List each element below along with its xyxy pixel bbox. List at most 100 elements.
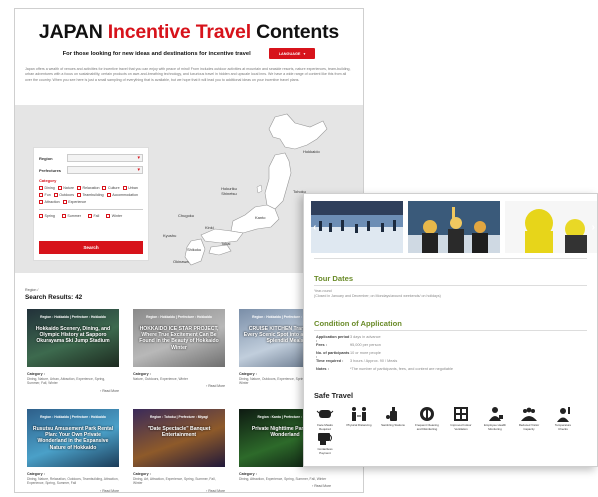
result-card-title[interactable]: HOKKAIDO ICE STAR PROJECT, Where True Ex…: [136, 326, 222, 351]
season-checkbox[interactable]: Spring: [39, 214, 55, 218]
category-checkbox[interactable]: Fun: [39, 193, 51, 197]
divider: [314, 285, 587, 286]
category-checkbox[interactable]: Accommodation: [106, 193, 138, 197]
map-label-shikoku[interactable]: Shikoku: [187, 247, 201, 252]
safe-travel-caption: Frequent Cleaning and Disinfecting: [415, 423, 439, 431]
safe-travel-item: Temperature Checks: [550, 405, 576, 431]
category-checkbox[interactable]: Culture: [102, 186, 120, 190]
condition-key: Application period :: [316, 335, 350, 343]
checkbox-box[interactable]: [61, 214, 66, 218]
read-more-link[interactable]: › Read More: [239, 484, 331, 488]
checkbox-box[interactable]: [53, 193, 58, 197]
condition-key: No. of participants :: [316, 351, 350, 359]
category-checkbox-label: Urban: [128, 186, 138, 190]
checkbox-box[interactable]: [62, 200, 67, 204]
result-card[interactable]: Region : Hokkaido | Prefecture : Hokkaid…: [27, 309, 119, 393]
condition-row: No. of participants :10 or more people: [316, 351, 381, 359]
result-card-image[interactable]: Region : Tohoku | Prefecture : Miyagi "Da…: [133, 409, 225, 467]
divider: [39, 209, 143, 210]
carousel-photo-yellow[interactable]: ›: [505, 201, 597, 253]
read-more-label: Read More: [102, 388, 119, 393]
result-card-title[interactable]: Rusutsu Amusement Park Rental Plan: Your…: [30, 426, 116, 451]
result-card-title[interactable]: Hokkaido Scenery, Dining, and Olympic Hi…: [30, 326, 116, 345]
category-checkbox[interactable]: Outdoors: [53, 193, 74, 197]
checkbox-box[interactable]: [122, 186, 127, 190]
category-checkbox-label: Attraction: [44, 200, 60, 204]
read-more-link[interactable]: › Read More: [27, 389, 119, 393]
map-region-tohoku[interactable]: [264, 152, 292, 210]
result-card-category-label: Category :: [27, 372, 45, 376]
language-button[interactable]: LANGUAGE ▾: [268, 48, 316, 59]
prefecture-row: Prefectures ▾: [39, 166, 143, 174]
checkbox-box[interactable]: [77, 186, 81, 190]
map-region-shikoku[interactable]: [208, 244, 232, 256]
map-label-hokuriku-shinetsu[interactable]: Hokuriku Shinetsu: [216, 186, 242, 196]
category-checkbox[interactable]: Teambuilding: [77, 193, 104, 197]
category-checkbox[interactable]: Urban: [122, 186, 138, 190]
category-checkbox-label: Experience: [68, 200, 87, 204]
checkbox-box[interactable]: [39, 193, 43, 197]
map-label-kinki[interactable]: Kinki: [205, 225, 214, 230]
season-checkbox[interactable]: Summer: [61, 214, 81, 218]
category-checkbox[interactable]: Attraction: [39, 200, 60, 204]
result-card-title[interactable]: "Date Spectacle" Banquet Entertainment: [136, 426, 222, 438]
result-card-tags: Region : Hokkaido | Prefecture : Hokkaid…: [146, 315, 212, 319]
category-checkbox[interactable]: Relaxation: [77, 186, 99, 190]
result-card-image[interactable]: Region : Hokkaido | Prefecture : Hokkaid…: [27, 309, 119, 367]
category-checkbox[interactable]: Dining: [39, 186, 55, 190]
result-card[interactable]: Region : Hokkaido | Prefecture : Hokkaid…: [133, 309, 225, 388]
category-checkbox[interactable]: Experience: [62, 200, 87, 204]
checkbox-box[interactable]: [57, 186, 62, 190]
safe-travel-item: Employee Health Monitoring: [482, 405, 508, 431]
carousel-photo-rink[interactable]: ‹: [311, 201, 403, 253]
condition-key: Time required :: [316, 359, 344, 363]
read-more-link[interactable]: › Read More: [133, 384, 225, 388]
map-label-kyushu[interactable]: Kyushu: [163, 233, 176, 238]
carousel-photo-cheering[interactable]: [408, 201, 500, 253]
result-card[interactable]: Region : Hokkaido | Prefecture : Hokkaid…: [27, 409, 119, 492]
map-label-chugoku[interactable]: Chugoku: [178, 213, 194, 218]
condition-value: *The number of participants, fees, and c…: [350, 367, 454, 371]
physical-distancing-icon: [352, 407, 366, 421]
checkbox-box[interactable]: [39, 186, 43, 190]
region-select[interactable]: ▾: [67, 154, 143, 162]
map-label-kanto[interactable]: Kanto: [255, 215, 265, 220]
result-card[interactable]: Region : Tohoku | Prefecture : Miyagi "Da…: [133, 409, 225, 493]
language-button-label: LANGUAGE: [278, 51, 301, 56]
result-card-categories: Dining, Art, Attraction, Experience, Spr…: [133, 477, 216, 486]
result-card-image[interactable]: Region : Hokkaido | Prefecture : Hokkaid…: [133, 309, 225, 367]
title-prefix: JAPAN: [38, 21, 103, 43]
read-more-link[interactable]: › Read More: [133, 488, 225, 493]
search-button[interactable]: Search: [39, 241, 143, 254]
result-card-tags: Region : Hokkaido | Prefecture : Hokkaid…: [40, 315, 106, 319]
subtitle-row: For those looking for new ideas and dest…: [15, 48, 363, 59]
map-region-hokkaido[interactable]: [268, 113, 328, 150]
frequent-cleaning-icon: [420, 407, 434, 421]
map-label-okinawa[interactable]: Okinawa: [173, 259, 189, 264]
condition-key: Fees :: [316, 343, 327, 347]
chevron-down-icon: ▾: [303, 52, 306, 56]
checkbox-box[interactable]: [39, 214, 43, 218]
category-checkbox-label: Fun: [44, 193, 51, 197]
carousel-next-arrow[interactable]: ›: [592, 222, 595, 233]
map-label-hokkaido[interactable]: Hokkaido: [303, 149, 320, 154]
season-checkbox-label: Winter: [111, 214, 123, 218]
read-more-label: Read More: [208, 488, 225, 493]
checkbox-box[interactable]: [102, 186, 107, 190]
checkbox-box[interactable]: [39, 200, 43, 204]
condition-title: Condition of Application: [314, 319, 402, 328]
checkbox-box[interactable]: [106, 193, 111, 197]
category-checkbox[interactable]: Nature: [57, 186, 74, 190]
carousel-prev-arrow[interactable]: ‹: [313, 222, 316, 233]
read-more-link[interactable]: › Read More: [27, 489, 119, 492]
checkbox-box[interactable]: [77, 193, 81, 197]
checkbox-box[interactable]: [87, 214, 92, 218]
tour-dates-title: Tour Dates: [314, 274, 354, 283]
map-label-tokai[interactable]: Tokai: [221, 241, 230, 246]
prefecture-select[interactable]: ▾: [67, 166, 143, 174]
page-subtitle: For those looking for new ideas and dest…: [62, 50, 251, 57]
season-checkbox[interactable]: Winter: [106, 214, 122, 218]
checkbox-box[interactable]: [106, 214, 111, 218]
season-checkbox[interactable]: Fall: [87, 214, 99, 218]
result-card-image[interactable]: Region : Hokkaido | Prefecture : Hokkaid…: [27, 409, 119, 467]
